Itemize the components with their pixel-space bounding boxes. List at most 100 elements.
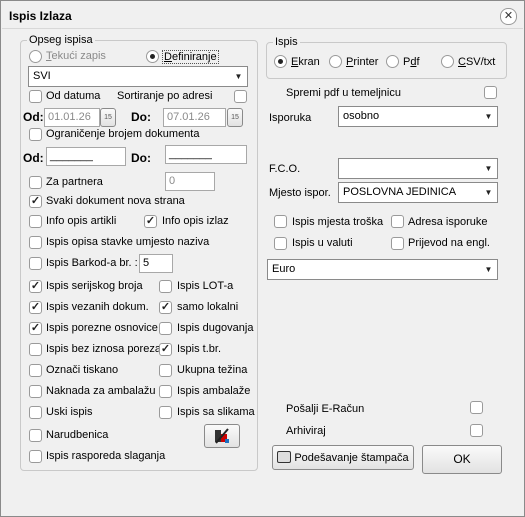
- order-tools-button[interactable]: [204, 424, 240, 448]
- mark-printed-label: Označi tiskano: [46, 364, 119, 376]
- scope-select[interactable]: SVI ▼: [28, 66, 248, 87]
- limit-docs-label: Ograničenje brojem dokumenta: [46, 128, 200, 140]
- fco-select[interactable]: ▼: [338, 158, 498, 179]
- scope-group-label: Opseg ispisa: [27, 34, 95, 46]
- date-to-input[interactable]: 07.01.26: [163, 108, 226, 127]
- lot-label: Ispis LOT-a: [177, 280, 234, 292]
- output-info-checkbox[interactable]: ✓: [144, 215, 157, 228]
- chevron-down-icon: ▼: [484, 265, 493, 274]
- output-group-label: Ispis: [273, 36, 300, 48]
- with-images-checkbox[interactable]: [159, 406, 172, 419]
- radio-csv-label: CSV/txt: [458, 56, 496, 68]
- with-images-label: Ispis sa slikama: [177, 406, 255, 418]
- linked-docs-label: Ispis vezanih dokum.: [46, 301, 149, 313]
- radio-current-record[interactable]: [29, 50, 42, 63]
- doc-from-input[interactable]: _______: [46, 147, 126, 166]
- printer-icon: [277, 451, 292, 463]
- item-desc-label: Ispis opisa stavke umjesto naziva: [46, 236, 210, 248]
- barcode-input[interactable]: 5: [139, 254, 173, 273]
- radio-screen-label: Ekran: [291, 56, 320, 68]
- chevron-down-icon: ▼: [484, 112, 493, 121]
- partner-input[interactable]: 0: [165, 172, 215, 191]
- place-select[interactable]: POSLOVNA JEDINICA ▼: [338, 182, 498, 203]
- date-to-label: Do:: [131, 110, 151, 124]
- radio-define[interactable]: [146, 50, 159, 63]
- delivery-address-label: Adresa isporuke: [408, 216, 488, 228]
- radio-printer-label: Printer: [346, 56, 379, 68]
- tools-icon: [215, 428, 229, 444]
- printer-settings-button[interactable]: Podešavanje štampača: [272, 445, 414, 470]
- by-date-checkbox[interactable]: [29, 90, 42, 103]
- in-currency-checkbox[interactable]: [274, 237, 287, 250]
- tax-base-checkbox[interactable]: ✓: [29, 322, 42, 335]
- delivery-select-value: osobno: [343, 110, 380, 122]
- packaging-fee-checkbox[interactable]: [29, 385, 42, 398]
- mark-printed-checkbox[interactable]: [29, 364, 42, 377]
- partner-checkbox[interactable]: [29, 176, 42, 189]
- in-currency-label: Ispis u valuti: [292, 237, 353, 249]
- radio-current-record-label: Tekući zapis: [46, 50, 106, 62]
- total-weight-checkbox[interactable]: [159, 364, 172, 377]
- limit-docs-checkbox[interactable]: [29, 128, 42, 141]
- sort-by-address-checkbox[interactable]: [234, 90, 247, 103]
- linked-docs-checkbox[interactable]: ✓: [29, 301, 42, 314]
- no-tax-amount-checkbox[interactable]: [29, 343, 42, 356]
- packaging-fee-label: Naknada za ambalažu: [46, 385, 156, 397]
- currency-select[interactable]: Euro ▼: [267, 259, 498, 280]
- debt-checkbox[interactable]: [159, 322, 172, 335]
- doc-from-label: Od:: [23, 151, 44, 165]
- translate-label: Prijevod na engl.: [408, 237, 490, 249]
- radio-csv[interactable]: [441, 55, 454, 68]
- archive-checkbox[interactable]: [470, 424, 483, 437]
- send-einvoice-checkbox[interactable]: [470, 401, 483, 414]
- delivery-select[interactable]: osobno ▼: [338, 106, 498, 127]
- place-select-value: POSLOVNA JEDINICA: [343, 186, 457, 198]
- doc-to-input[interactable]: _______: [165, 145, 247, 164]
- delivery-address-checkbox[interactable]: [391, 215, 404, 228]
- ok-button[interactable]: OK: [422, 445, 502, 474]
- tax-base-label: Ispis porezne osnovice: [46, 322, 158, 334]
- debt-label: Ispis dugovanja: [177, 322, 254, 334]
- serial-checkbox[interactable]: ✓: [29, 280, 42, 293]
- barcode-checkbox[interactable]: [29, 257, 42, 270]
- serial-label: Ispis serijskog broja: [46, 280, 143, 292]
- order-checkbox[interactable]: [29, 429, 42, 442]
- calendar-to-icon[interactable]: 15: [227, 108, 243, 127]
- new-page-label: Svaki dokument nova strana: [46, 195, 185, 207]
- cost-center-checkbox[interactable]: [274, 215, 287, 228]
- fco-label: F.C.O.: [269, 163, 301, 175]
- save-pdf-label: Spremi pdf u temeljnicu: [286, 87, 401, 99]
- stacking-checkbox[interactable]: [29, 450, 42, 463]
- close-icon[interactable]: ✕: [500, 8, 517, 25]
- dialog-window: Ispis Izlaza ✕ Opseg ispisa Tekući zapis…: [0, 0, 525, 517]
- local-only-checkbox[interactable]: ✓: [159, 301, 172, 314]
- lot-checkbox[interactable]: [159, 280, 172, 293]
- local-only-label: samo lokalni: [177, 301, 239, 313]
- date-from-input[interactable]: 01.01.26: [44, 108, 100, 127]
- packaging-label: Ispis ambalaže: [177, 385, 251, 397]
- packaging-checkbox[interactable]: [159, 385, 172, 398]
- radio-pdf[interactable]: [386, 55, 399, 68]
- narrow-label: Uski ispis: [46, 406, 93, 418]
- radio-screen[interactable]: [274, 55, 287, 68]
- sort-by-address-label: Sortiranje po adresi: [117, 90, 213, 102]
- save-pdf-checkbox[interactable]: [484, 86, 497, 99]
- translate-checkbox[interactable]: [391, 237, 404, 250]
- chevron-down-icon: ▼: [484, 164, 493, 173]
- delivery-label: Isporuka: [269, 112, 312, 124]
- place-label: Mjesto ispor.: [269, 187, 331, 199]
- radio-pdf-label: Pdf: [403, 56, 420, 68]
- tbr-label: Ispis t.br.: [177, 343, 222, 355]
- scope-select-value: SVI: [33, 70, 51, 82]
- radio-printer[interactable]: [329, 55, 342, 68]
- item-desc-checkbox[interactable]: [29, 236, 42, 249]
- output-info-label: Info opis izlaz: [162, 215, 229, 227]
- calendar-from-icon[interactable]: 15: [100, 108, 116, 127]
- new-page-checkbox[interactable]: ✓: [29, 195, 42, 208]
- stacking-label: Ispis rasporeda slaganja: [46, 450, 166, 462]
- tbr-checkbox[interactable]: ✓: [159, 343, 172, 356]
- window-title: Ispis Izlaza: [9, 9, 72, 23]
- item-info-checkbox[interactable]: [29, 215, 42, 228]
- narrow-checkbox[interactable]: [29, 406, 42, 419]
- doc-to-label: Do:: [131, 151, 151, 165]
